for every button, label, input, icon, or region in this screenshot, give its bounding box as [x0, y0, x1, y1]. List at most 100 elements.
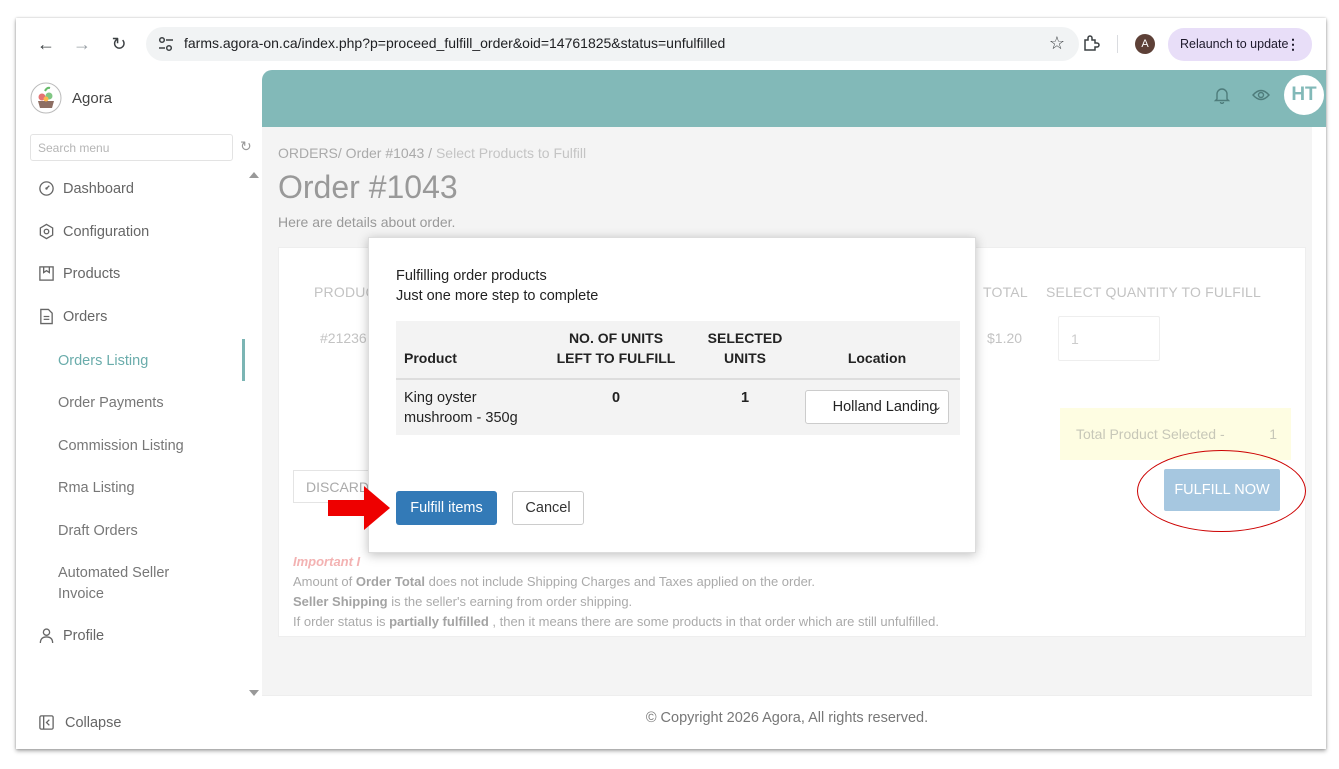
note-text: , then it means there are some products …: [488, 614, 939, 629]
forward-icon[interactable]: →: [70, 32, 94, 56]
row-total: $1.20: [987, 330, 1023, 346]
sidebar-item-label: Dashboard: [63, 180, 134, 197]
collapse-icon: [39, 715, 54, 730]
column-header-product: Product: [396, 321, 536, 380]
active-indicator: [242, 339, 245, 381]
header-line: SELECTED: [707, 330, 783, 346]
note-text: Amount of: [293, 574, 356, 589]
sidebar-item-dashboard[interactable]: Dashboard: [38, 180, 134, 197]
modal-title: Fulfilling order products Just one more …: [396, 266, 598, 306]
site-settings-icon[interactable]: [156, 34, 176, 54]
page-subtitle: Here are details about order.: [278, 214, 456, 230]
note-line-2: Seller Shipping is the seller's earning …: [293, 592, 939, 612]
browser-toolbar: ← → ↻ farms.agora-on.ca/index.php?p=proc…: [16, 18, 1326, 70]
column-header-total: TOTAL: [983, 284, 1028, 300]
user-avatar[interactable]: HT: [1284, 75, 1324, 115]
scroll-up-icon[interactable]: [249, 172, 259, 178]
product-id: #21236: [320, 330, 367, 346]
breadcrumb-current: Select Products to Fulfill: [435, 145, 587, 161]
header-line: NO. OF UNITS: [568, 330, 664, 346]
product-name-cell: King oyster mushroom - 350g: [396, 379, 536, 435]
breadcrumb-root[interactable]: ORDERS/ Order #1043: [278, 145, 424, 161]
orders-icon: [40, 308, 53, 325]
page-title: Order #1043: [278, 169, 458, 205]
products-icon: [39, 266, 54, 281]
annotation-arrow-icon: [328, 486, 390, 530]
location-select[interactable]: Holland Landing ⌄: [805, 390, 949, 424]
column-header-location: Location: [794, 321, 960, 380]
product-name-line: King oyster: [404, 390, 477, 406]
sidebar-item-configuration[interactable]: Configuration: [38, 223, 149, 240]
sidebar-subitem-orders-listing[interactable]: Orders Listing: [58, 351, 148, 372]
bookmark-star-icon[interactable]: ☆: [1049, 33, 1065, 54]
search-menu-input[interactable]: Search menu: [30, 134, 233, 161]
location-cell: Holland Landing ⌄: [794, 379, 960, 435]
browser-window: ← → ↻ farms.agora-on.ca/index.php?p=proc…: [16, 18, 1326, 749]
column-header-selected-units: SELECTED UNITS: [696, 321, 794, 380]
sidebar-subitem-rma-listing[interactable]: Rma Listing: [58, 478, 135, 499]
sidebar-item-profile[interactable]: Profile: [38, 627, 104, 644]
note-text: is the seller's earning from order shipp…: [387, 594, 633, 609]
total-selected-box: Total Product Selected - 1: [1060, 408, 1291, 460]
refresh-icon[interactable]: ↻: [240, 138, 252, 155]
fulfill-modal: Fulfilling order products Just one more …: [368, 237, 976, 553]
modal-subtitle-line: Just one more step to complete: [396, 288, 599, 304]
column-header-units-left: NO. OF UNITS LEFT TO FULFILL: [536, 321, 696, 380]
header-line: UNITS: [724, 350, 766, 366]
header-line: LEFT TO FULFILL: [556, 350, 676, 366]
collapse-button[interactable]: Collapse: [38, 714, 121, 731]
selected-units-cell: 1: [696, 379, 794, 435]
relaunch-button[interactable]: Relaunch to update ⋮: [1168, 28, 1312, 61]
cancel-button[interactable]: Cancel: [512, 491, 584, 525]
fulfill-items-button[interactable]: Fulfill items: [396, 491, 497, 525]
order-notes: Important I Amount of Order Total does n…: [293, 552, 939, 632]
sidebar-subitem-automated-seller-invoice[interactable]: Automated Seller Invoice: [58, 563, 208, 605]
sidebar-item-label: Profile: [63, 627, 105, 644]
units-left-cell: 0: [536, 379, 696, 435]
important-note-title: Important I: [293, 554, 361, 569]
reload-icon[interactable]: ↻: [107, 32, 131, 56]
relaunch-label: Relaunch to update: [1180, 37, 1289, 51]
note-bold: partially fulfilled: [389, 614, 489, 629]
fulfill-table: Product NO. OF UNITS LEFT TO FULFILL SEL…: [396, 321, 960, 435]
sidebar-subitem-commission-listing[interactable]: Commission Listing: [58, 436, 184, 457]
note-bold: Order Total: [355, 574, 425, 589]
toolbar-divider: [1117, 35, 1118, 53]
note-text: If order status is: [293, 614, 390, 629]
table-header-row: Product NO. OF UNITS LEFT TO FULFILL SEL…: [396, 321, 960, 380]
eye-icon[interactable]: [1252, 86, 1270, 104]
note-text: does not include Shipping Charges and Ta…: [424, 574, 816, 589]
sidebar-item-label: Configuration: [63, 223, 150, 240]
brand-name: Agora: [72, 90, 113, 107]
user-icon: [39, 628, 54, 644]
chevron-down-icon: ⌄: [932, 401, 942, 413]
back-icon[interactable]: ←: [34, 32, 58, 56]
sidebar-item-products[interactable]: Products: [38, 265, 120, 282]
quantity-input[interactable]: 1: [1058, 316, 1160, 361]
annotation-circle: [1137, 450, 1306, 532]
top-header: HT: [262, 70, 1326, 127]
extensions-icon[interactable]: [1081, 33, 1101, 53]
more-menu-icon[interactable]: ⋮: [1286, 28, 1300, 61]
bell-icon[interactable]: [1213, 86, 1231, 104]
url-text[interactable]: farms.agora-on.ca/index.php?p=proceed_fu…: [184, 35, 725, 51]
settings-hex-icon: [39, 223, 54, 240]
address-bar[interactable]: farms.agora-on.ca/index.php?p=proceed_fu…: [146, 27, 1079, 61]
sidebar-item-label: Products: [63, 265, 121, 282]
sidebar-subitem-draft-orders[interactable]: Draft Orders: [58, 521, 138, 542]
sidebar-subitem-order-payments[interactable]: Order Payments: [58, 393, 164, 414]
sidebar-item-orders[interactable]: Orders: [38, 308, 107, 325]
note-bold: Seller Shipping: [293, 594, 388, 609]
total-selected-value: 1: [1269, 426, 1277, 442]
table-row: King oyster mushroom - 350g 0 1 Holland …: [396, 379, 960, 435]
total-selected-label: Total Product Selected -: [1076, 426, 1225, 442]
location-selected-value: Holland Landing: [832, 399, 938, 415]
profile-avatar[interactable]: A: [1135, 34, 1155, 54]
sidebar: Agora Search menu ↻ Dashboard Configurat…: [16, 70, 262, 749]
page-footer: © Copyright 2026 Agora, All rights reser…: [262, 695, 1312, 749]
scroll-down-icon[interactable]: [249, 690, 259, 696]
column-header-product: PRODUC: [314, 284, 376, 300]
product-name-line: mushroom - 350g: [404, 410, 518, 426]
note-line-1: Amount of Order Total does not include S…: [293, 572, 939, 592]
agora-logo: [30, 82, 62, 114]
